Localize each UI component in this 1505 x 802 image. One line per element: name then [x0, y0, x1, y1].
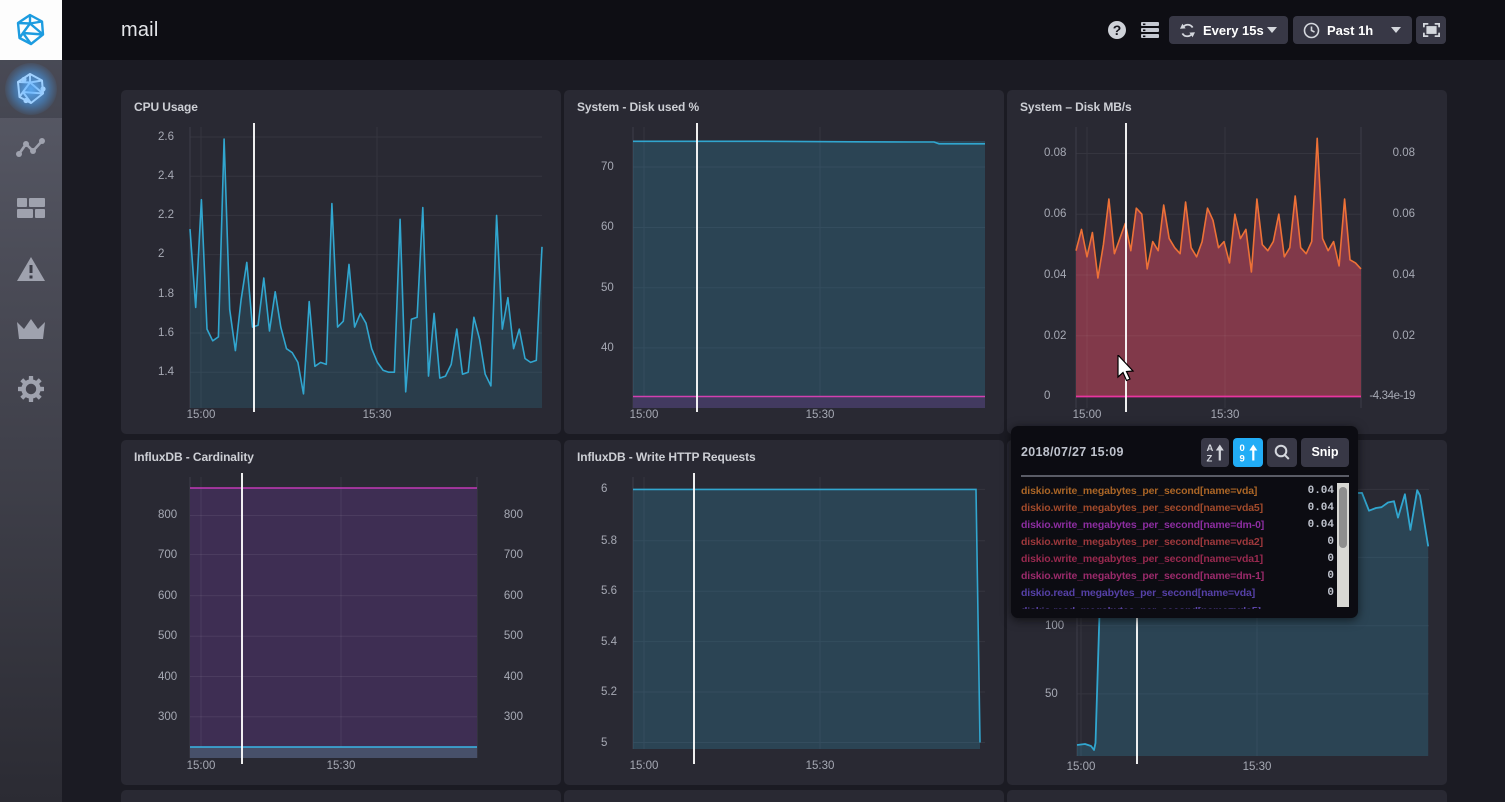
- svg-text:A: A: [1207, 443, 1214, 454]
- svg-text:0: 0: [1240, 443, 1245, 454]
- svg-text:Z: Z: [1207, 454, 1213, 465]
- svg-text:9: 9: [1240, 454, 1245, 465]
